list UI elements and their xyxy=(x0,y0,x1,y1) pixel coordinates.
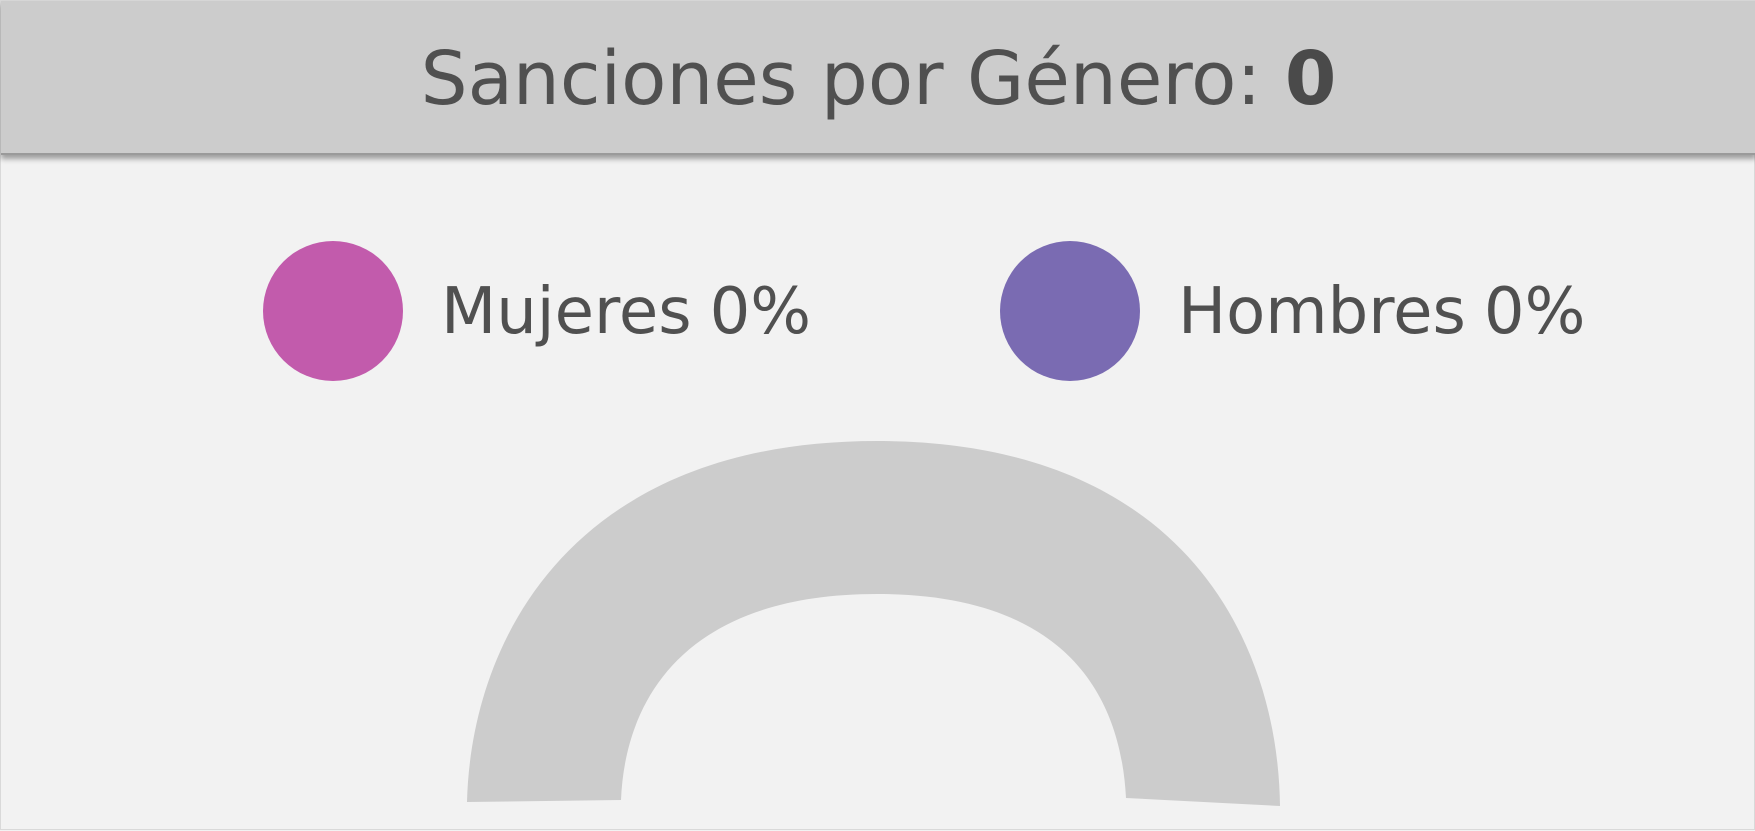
gauge-track xyxy=(467,441,1280,806)
gauge-chart xyxy=(467,441,1280,806)
gender-sanctions-card: Sanciones por Género: 0 Mujeres 0% Hombre… xyxy=(0,0,1755,830)
